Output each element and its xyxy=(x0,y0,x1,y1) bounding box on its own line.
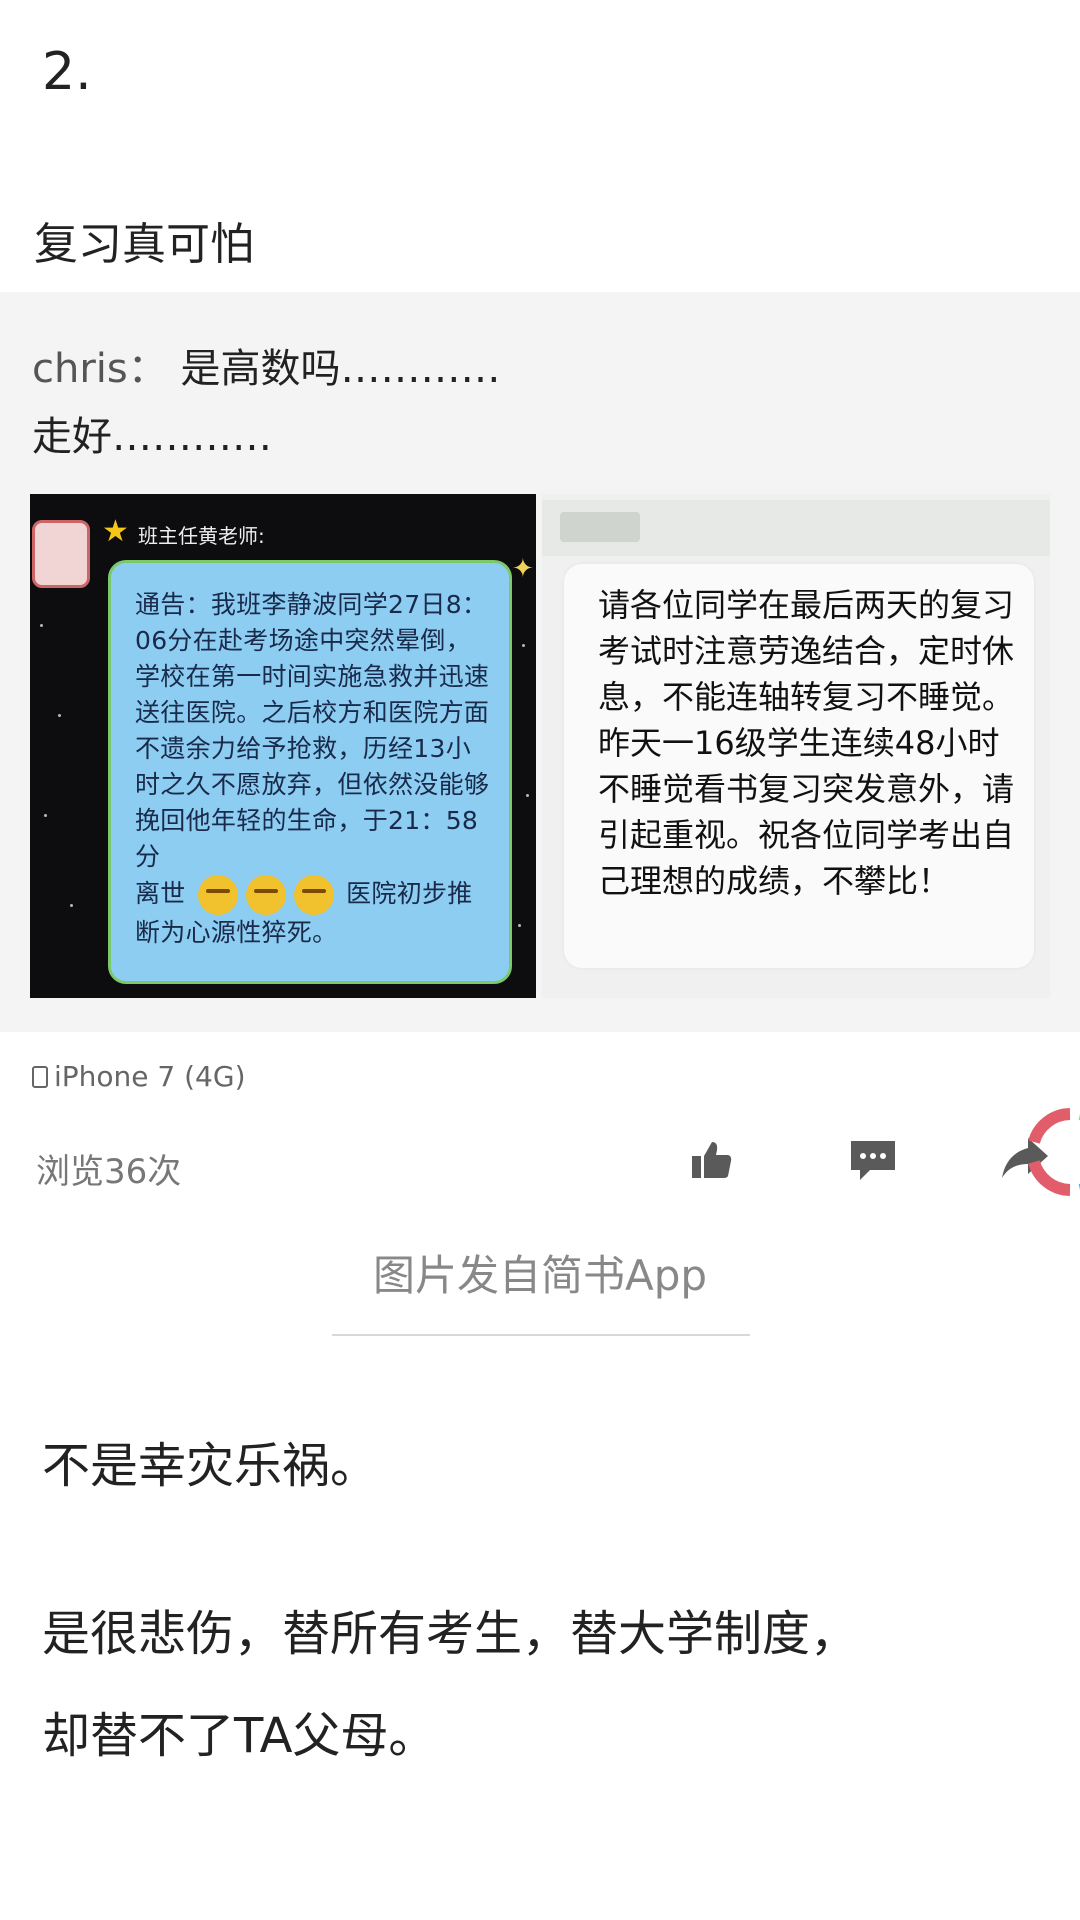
thumbs-up-icon[interactable] xyxy=(688,1136,736,1184)
chat-message-bubble: 通告：我班李静波同学27日8：06分在赴考场途中突然晕倒，学校在第一时间实施急救… xyxy=(108,560,512,984)
section-number: 2. xyxy=(42,42,92,102)
sms-image-right[interactable]: 请各位同学在最后两天的复习考试时注意劳逸结合，定时休息，不能连轴转复习不睡觉。昨… xyxy=(542,494,1050,998)
comment-author: chris： xyxy=(32,346,168,392)
body-paragraph-3: 却替不了TA父母。 xyxy=(42,1708,437,1764)
crying-emoji-icon xyxy=(293,875,334,915)
comment-text: 是高数吗………… xyxy=(180,346,501,392)
teacher-avatar xyxy=(32,520,90,588)
blurred-sender xyxy=(560,512,640,542)
chat-message-text: 通告：我班李静波同学27日8：06分在赴考场途中突然晕倒，学校在第一时间实施急救… xyxy=(135,587,495,951)
caption-divider xyxy=(332,1334,750,1336)
chat-message-part1: 通告：我班李静波同学27日8：06分在赴考场途中突然晕倒，学校在第一时间实施急救… xyxy=(135,590,490,871)
phone-icon xyxy=(32,1065,48,1088)
comment-icon[interactable] xyxy=(848,1138,898,1184)
view-count: 浏览36次 xyxy=(36,1152,182,1192)
chat-image-left[interactable]: ★ 班主任黄老师: 通告：我班李静波同学27日8：06分在赴考场途中突然晕倒，学… xyxy=(30,494,536,998)
image-caption: 图片发自简书App xyxy=(372,1251,708,1300)
body-paragraph-1: 不是幸灾乐祸。 xyxy=(42,1438,379,1494)
comment-line-1: chris： 是高数吗………… xyxy=(32,336,500,394)
crying-emoji-icon xyxy=(245,875,286,915)
chat-message-prefix: 离世 xyxy=(135,879,186,908)
star-icon: ★ xyxy=(102,514,129,549)
comment-line-2: 走好………… xyxy=(32,414,272,460)
device-info: iPhone 7 (4G) xyxy=(32,1060,246,1093)
sms-message-bubble: 请各位同学在最后两天的复习考试时注意劳逸结合，定时休息，不能连轴转复习不睡觉。昨… xyxy=(564,564,1034,968)
device-name: iPhone 7 (4G) xyxy=(54,1060,246,1093)
sms-message-text: 请各位同学在最后两天的复习考试时注意劳逸结合，定时休息，不能连轴转复习不睡觉。昨… xyxy=(598,586,1015,900)
post-title: 复习真可怕 xyxy=(34,219,254,270)
sparkle-icon: ✦ xyxy=(512,554,534,584)
chat-sender-name: 班主任黄老师: xyxy=(138,524,265,548)
body-paragraph-2: 是很悲伤，替所有考生，替大学制度， xyxy=(42,1606,859,1662)
crying-emoji-icon xyxy=(197,875,238,915)
loading-spinner-icon xyxy=(1028,1108,1080,1196)
